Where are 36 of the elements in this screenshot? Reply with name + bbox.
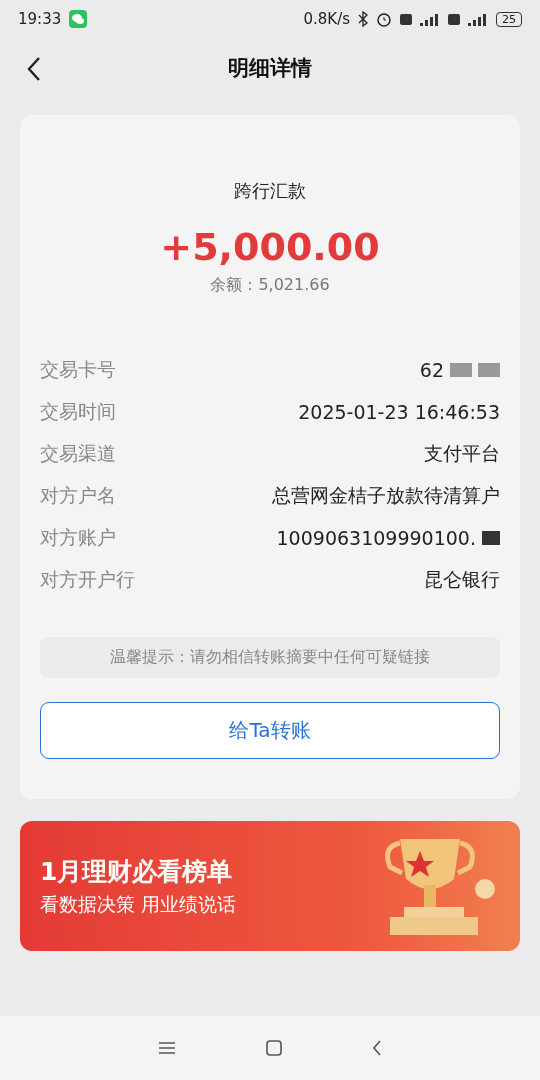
transaction-type: 跨行汇款 — [234, 179, 306, 203]
bluetooth-icon — [358, 11, 368, 27]
transfer-button[interactable]: 给Ta转账 — [40, 702, 500, 759]
banner-subtitle: 看数据决策 用业绩说话 — [40, 891, 237, 917]
battery-level: 25 — [496, 11, 522, 27]
detail-value: 1009063109990100. — [276, 526, 476, 549]
back-icon[interactable] — [26, 56, 42, 82]
menu-icon[interactable] — [158, 1041, 176, 1055]
chat-app-icon — [69, 10, 88, 28]
network-speed: 0.8K/s — [303, 10, 350, 28]
detail-value: 2025-01-23 16:46:53 — [298, 400, 500, 423]
signal-icon — [448, 11, 488, 27]
redaction-mark — [482, 530, 500, 545]
detail-label: 交易时间 — [40, 398, 116, 424]
detail-value: 62 — [419, 358, 444, 381]
promo-banner[interactable]: 1月理财必看榜单 看数据决策 用业绩说话 — [20, 821, 520, 951]
alarm-icon — [376, 11, 392, 27]
home-icon[interactable] — [266, 1040, 282, 1056]
detail-label: 对方开户行 — [40, 566, 135, 592]
back-icon[interactable] — [372, 1040, 382, 1056]
detail-value: 支付平台 — [424, 440, 500, 466]
page-title: 明细详情 — [228, 55, 312, 82]
status-time: 19:33 — [18, 10, 62, 28]
signal-icon — [400, 11, 440, 27]
warning-tip: 温馨提示：请勿相信转账摘要中任何可疑链接 — [40, 637, 500, 678]
transaction-amount: +5,000.00 — [160, 225, 380, 269]
balance-text: 余额：5,021.66 — [210, 275, 330, 296]
detail-value: 昆仑银行 — [424, 566, 500, 592]
detail-label: 交易卡号 — [40, 356, 116, 382]
detail-label: 交易渠道 — [40, 440, 116, 466]
detail-value: 总营网金桔子放款待清算户 — [272, 482, 500, 508]
detail-label: 对方账户 — [40, 524, 116, 550]
redaction-mark — [478, 362, 500, 377]
redaction-mark — [450, 362, 472, 377]
banner-title: 1月理财必看榜单 — [40, 855, 234, 888]
detail-label: 对方户名 — [40, 482, 116, 508]
